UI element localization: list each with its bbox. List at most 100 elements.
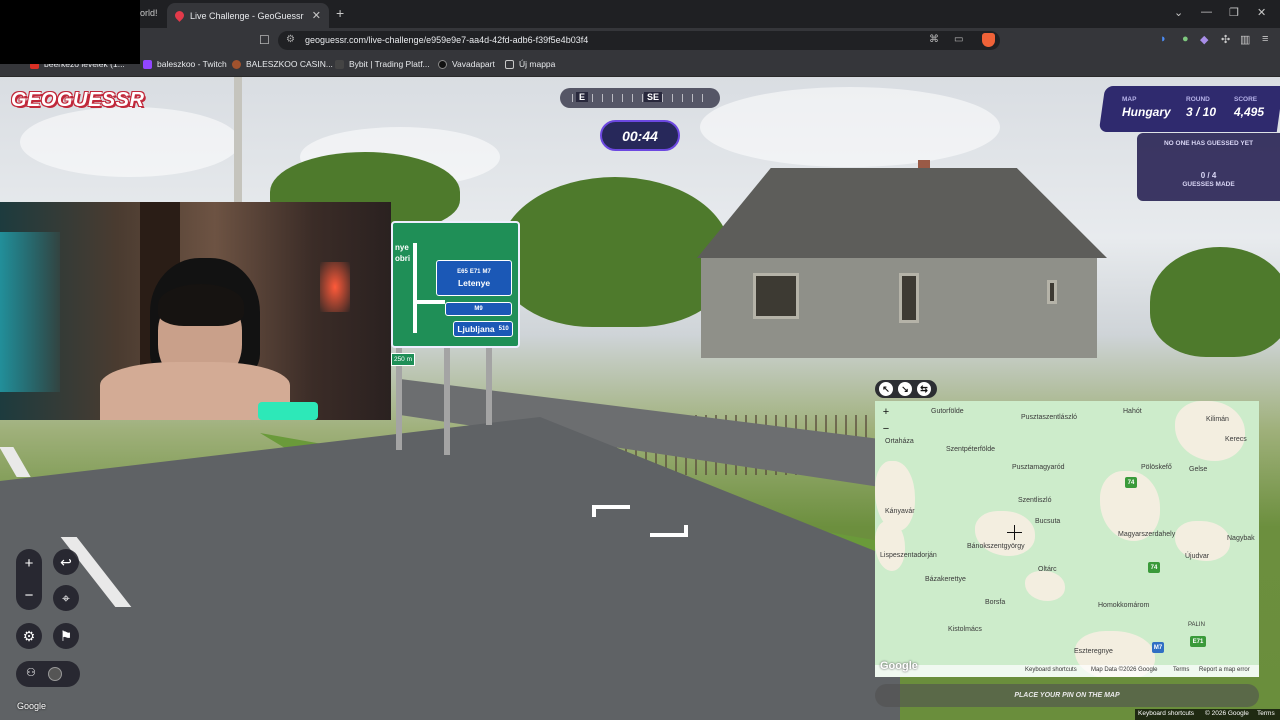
bookmark-item[interactable]: BALESZKOO CASIN... bbox=[232, 59, 333, 69]
sidebar-icon[interactable]: ▥ bbox=[1240, 33, 1250, 46]
return-to-start-button[interactable]: ⌖ bbox=[53, 585, 79, 611]
map-town: Kilimán bbox=[1206, 416, 1229, 423]
map-town: Újudvar bbox=[1185, 553, 1210, 560]
google-watermark: Google bbox=[17, 701, 47, 711]
pano-nav-arrow[interactable] bbox=[592, 505, 630, 517]
pano-keyboard-shortcuts[interactable]: Keyboard shortcuts bbox=[1138, 710, 1194, 717]
tab-search-chevron-icon[interactable]: ⌄ bbox=[1174, 6, 1183, 19]
close-tab-icon[interactable]: ✕ bbox=[312, 9, 321, 22]
trees bbox=[500, 177, 730, 327]
map-pin-icon[interactable]: ⇆ bbox=[917, 382, 931, 396]
close-window-icon[interactable]: ✕ bbox=[1257, 6, 1266, 19]
map-area bbox=[1025, 571, 1065, 601]
cast-icon[interactable]: ▭ bbox=[954, 34, 963, 45]
tab-live-challenge[interactable]: Live Challenge - GeoGuessr ✕ bbox=[167, 3, 329, 28]
menu-icon[interactable]: ≡ bbox=[1262, 33, 1268, 45]
place-pin-button[interactable]: PLACE YOUR PIN ON THE MAP bbox=[875, 684, 1259, 707]
map-google-logo: Google bbox=[880, 660, 918, 672]
sign-distance: 250 m bbox=[391, 353, 415, 366]
player-avatar bbox=[48, 667, 62, 681]
sign-dest-number: 510 bbox=[498, 326, 509, 332]
map-town: Magyarszerdahely bbox=[1118, 531, 1176, 538]
status-score-label: SCORE bbox=[1234, 96, 1258, 103]
status-map-label: MAP bbox=[1122, 96, 1137, 103]
bookmark-item[interactable]: Vavadapart bbox=[438, 59, 495, 69]
translate-icon[interactable]: ⌘ bbox=[929, 34, 939, 45]
status-round-label: ROUND bbox=[1186, 96, 1210, 103]
pano-copyright: © 2026 Google bbox=[1205, 710, 1249, 717]
bookmark-page-icon[interactable]: ☐ bbox=[259, 33, 270, 47]
pano-zoom-out-button[interactable]: − bbox=[16, 582, 42, 608]
map-town: Hahót bbox=[1123, 408, 1142, 415]
geoguessr-logo: GEOGUESSR bbox=[11, 89, 145, 111]
route-code: E71 bbox=[469, 268, 481, 275]
bookmark-folder[interactable]: Új mappa bbox=[505, 59, 555, 69]
map-town: Nagybak bbox=[1227, 535, 1255, 542]
window bbox=[899, 273, 919, 323]
map-report-error[interactable]: Report a map error bbox=[1199, 667, 1250, 673]
audio-extension-icon[interactable]: ◗ bbox=[1160, 33, 1167, 45]
avatar-icon bbox=[232, 59, 241, 69]
extension-icon[interactable]: ◆ bbox=[1200, 33, 1208, 46]
sign-text-top: nye bbox=[395, 243, 409, 252]
map-zoom-out-button[interactable]: − bbox=[879, 422, 893, 436]
extensions-puzzle-icon[interactable]: ✣ bbox=[1221, 33, 1230, 46]
url-text: geoguessr.com/live-challenge/e959e9e7-aa… bbox=[305, 35, 589, 45]
pano-terms[interactable]: Terms bbox=[1257, 710, 1275, 717]
status-map-value: Hungary bbox=[1122, 105, 1171, 119]
route-code: E65 bbox=[457, 268, 468, 275]
sign-dest-ljubljana: Ljubljana bbox=[457, 324, 495, 334]
browser-tab-bar: orld! Live Challenge - GeoGuessr ✕ + ⌄ —… bbox=[0, 0, 1280, 28]
bybit-icon bbox=[335, 59, 344, 69]
cloud bbox=[700, 87, 1000, 167]
status-round-value: 3 / 10 bbox=[1186, 105, 1217, 119]
new-tab-icon[interactable]: + bbox=[336, 5, 344, 21]
lane-marking bbox=[0, 447, 31, 477]
bookmark-item[interactable]: baleszkoo - Twitch bbox=[143, 59, 227, 69]
route-marker: E71 bbox=[1190, 636, 1206, 647]
map-town: Pölöskefő bbox=[1141, 464, 1172, 471]
guess-count: 0 / 4 bbox=[1200, 171, 1217, 180]
flag-button[interactable]: ⚑ bbox=[53, 623, 79, 649]
bookmark-label: Vavadapart bbox=[452, 59, 495, 69]
undo-arrow-icon: ↩ bbox=[60, 553, 72, 570]
map-keyboard-shortcuts[interactable]: Keyboard shortcuts bbox=[1025, 667, 1077, 673]
folder-icon bbox=[505, 59, 514, 69]
map-size-controls: ↖ ↘ ⇆ bbox=[875, 380, 937, 398]
compass-label-se: SE bbox=[644, 92, 663, 102]
sign-text-top2: obri bbox=[395, 254, 411, 263]
bookmark-item[interactable]: Bybit | Trading Platf... bbox=[335, 59, 430, 69]
extension-icon[interactable]: ● bbox=[1182, 33, 1189, 45]
brave-shield-icon[interactable] bbox=[982, 33, 995, 47]
sign-arrow bbox=[415, 300, 445, 304]
map-terms[interactable]: Terms bbox=[1173, 667, 1189, 673]
webcam-overlay bbox=[0, 202, 391, 420]
pano-zoom-in-button[interactable]: + bbox=[16, 550, 42, 576]
players-icon: ⚇ bbox=[26, 667, 36, 679]
undo-move-button[interactable]: ↩ bbox=[53, 549, 79, 575]
map-area bbox=[875, 521, 905, 571]
map-town: Bánokszentgyörgy bbox=[967, 543, 1025, 550]
address-bar[interactable]: ⚙ geoguessr.com/live-challenge/e959e9e7-… bbox=[278, 31, 1000, 50]
map-shrink-icon[interactable]: ↘ bbox=[898, 382, 912, 396]
compass: E SE bbox=[560, 88, 720, 108]
roof bbox=[697, 168, 1107, 258]
map-area bbox=[875, 461, 915, 531]
sign-panel-ljubljana: Ljubljana 510 bbox=[453, 321, 513, 337]
site-info-icon[interactable]: ⚙ bbox=[286, 34, 295, 45]
route-code: M7 bbox=[482, 268, 491, 275]
settings-button[interactable]: ⚙ bbox=[16, 623, 42, 649]
tab-previous-title[interactable]: orld! bbox=[140, 8, 158, 18]
pano-nav-arrow[interactable] bbox=[650, 525, 688, 537]
webcam-keyboard-light bbox=[258, 402, 318, 420]
map-zoom-in-button[interactable]: + bbox=[879, 405, 893, 419]
restore-icon[interactable]: ❐ bbox=[1229, 6, 1239, 19]
players-pill[interactable]: ⚇ bbox=[16, 661, 80, 687]
minimize-icon[interactable]: — bbox=[1201, 6, 1212, 18]
window bbox=[753, 273, 799, 319]
guess-map[interactable]: + − Gutorfölde Pusztaszentlászló Hahót K… bbox=[875, 401, 1259, 677]
map-town: Szentliszló bbox=[1018, 497, 1052, 504]
flag-icon: ⚑ bbox=[59, 627, 73, 644]
map-expand-icon[interactable]: ↖ bbox=[879, 382, 893, 396]
compass-label-e: E bbox=[576, 92, 589, 102]
